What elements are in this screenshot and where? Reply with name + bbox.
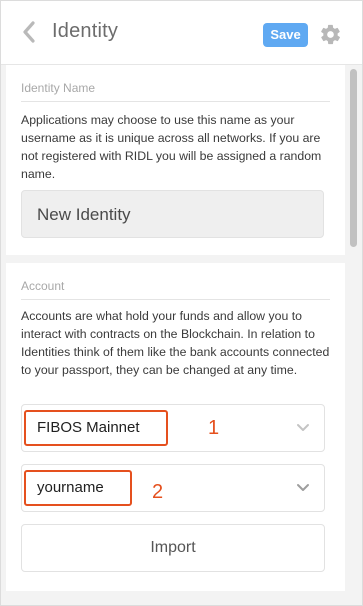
network-select[interactable]: FIBOS Mainnet 1 bbox=[21, 404, 325, 452]
identity-name-label: Identity Name bbox=[21, 81, 96, 95]
identity-name-description: Applications may choose to use this name… bbox=[21, 113, 322, 181]
chevron-down-icon bbox=[297, 424, 309, 431]
chevron-down-icon bbox=[297, 484, 309, 491]
identity-name-input[interactable]: New Identity bbox=[21, 190, 324, 238]
annotation-number: 2 bbox=[152, 481, 164, 503]
chevron-left-icon[interactable] bbox=[18, 19, 40, 45]
highlight-box bbox=[24, 410, 168, 446]
identity-name-section: Identity Name Applications may choose to… bbox=[6, 65, 345, 255]
section-divider bbox=[21, 101, 330, 102]
highlight-box bbox=[24, 470, 132, 506]
annotation-number: 1 bbox=[208, 417, 220, 439]
gear-icon[interactable] bbox=[319, 23, 342, 46]
identity-window: Identity Save Identity Name Applications… bbox=[0, 0, 363, 606]
section-divider bbox=[21, 299, 330, 300]
page-title: Identity bbox=[52, 20, 119, 42]
account-section: Account Accounts are what hold your fund… bbox=[6, 263, 345, 591]
account-description: Accounts are what hold your funds and al… bbox=[21, 309, 330, 377]
save-button[interactable]: Save bbox=[263, 23, 308, 47]
account-label: Account bbox=[21, 279, 65, 293]
scrollbar[interactable] bbox=[346, 65, 362, 605]
scrollbar-thumb[interactable] bbox=[350, 69, 357, 247]
account-select[interactable]: yourname 2 bbox=[21, 464, 325, 512]
header-bar: Identity Save bbox=[1, 1, 362, 65]
import-button[interactable]: Import bbox=[21, 524, 325, 572]
